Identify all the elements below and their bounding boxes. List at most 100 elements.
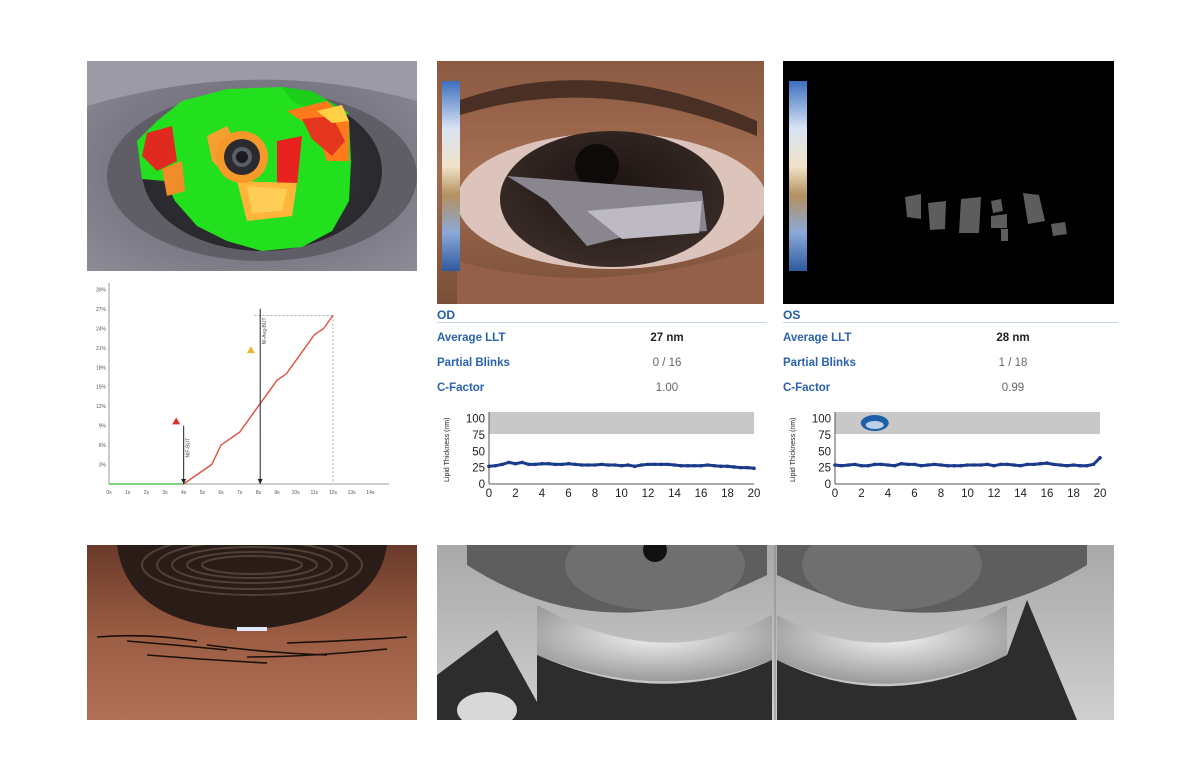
os-lipid-point bbox=[1091, 462, 1096, 467]
od-average-llt-label: Average LLT bbox=[437, 332, 506, 344]
nibut-chart: 30% 27% 24% 21% 18% 15% 12% 9% 6% 3% 0s 1s 2s 3s 4s 5s 6… bbox=[96, 283, 389, 496]
od-lipid-point bbox=[513, 461, 518, 466]
od-lipid-point bbox=[500, 462, 505, 467]
od-partial-blinks-label: Partial Blinks bbox=[437, 357, 510, 369]
os-lipid-point bbox=[1058, 463, 1063, 467]
nibut-ytick-label: 27% bbox=[96, 307, 107, 313]
os-lipid-point bbox=[1065, 463, 1069, 468]
os-lipid-point bbox=[985, 462, 990, 467]
od-lipid-point bbox=[725, 464, 730, 469]
nibut-ytick-label: 24% bbox=[96, 326, 107, 332]
od-lipid-point bbox=[719, 464, 723, 469]
od-xtick-label: 14 bbox=[668, 488, 681, 500]
os-xtick-label: 4 bbox=[885, 488, 892, 500]
od-xtick-label: 20 bbox=[748, 488, 761, 500]
nibut-ytick-label: 15% bbox=[96, 385, 107, 391]
os-lipid-point bbox=[839, 463, 844, 468]
os-lipid-point bbox=[912, 462, 917, 467]
od-ytick-label: 25 bbox=[472, 463, 485, 475]
os-y-axis-label: Lipid Thickness (nm) bbox=[790, 418, 797, 482]
os-xtick-label: 10 bbox=[961, 488, 974, 500]
os-xtick-label: 6 bbox=[911, 488, 917, 500]
od-lipid-point bbox=[606, 463, 611, 467]
od-ytick-label: 75 bbox=[472, 430, 485, 442]
os-lipid-point bbox=[959, 463, 963, 468]
od-lipid-point bbox=[685, 463, 690, 468]
os-lipid-point bbox=[1078, 463, 1082, 468]
od-xtick-label: 12 bbox=[642, 488, 655, 500]
os-lipid-point bbox=[932, 462, 937, 467]
os-lipid-point bbox=[846, 463, 851, 467]
os-lipid-point bbox=[998, 462, 1003, 467]
os-divider bbox=[783, 322, 1118, 323]
os-average-llt-value: 28 nm bbox=[996, 332, 1030, 344]
os-lipid-point bbox=[925, 463, 930, 467]
nibut-xtick-label: 4s bbox=[181, 490, 187, 496]
nibut-ytick-label: 30% bbox=[96, 287, 107, 293]
os-lipid-point bbox=[939, 463, 943, 467]
os-ytick-label: 25 bbox=[818, 463, 831, 475]
os-partial-blinks-label: Partial Blinks bbox=[783, 357, 856, 369]
od-lipid-point bbox=[540, 461, 544, 466]
os-lipid-point bbox=[992, 463, 996, 468]
nibut-xtick-label: 6s bbox=[218, 490, 224, 496]
os-lipid-point bbox=[1051, 462, 1056, 467]
nibut-xtick-label: 3s bbox=[162, 490, 168, 496]
od-average-llt-value: 27 nm bbox=[650, 332, 684, 344]
od-stats-panel: OD Average LLT 27 nm Partial Blinks 0 / … bbox=[437, 304, 767, 504]
od-lipid-point bbox=[679, 463, 683, 468]
od-lipid-point bbox=[560, 462, 564, 467]
od-lipid-point bbox=[586, 463, 591, 467]
od-divider bbox=[437, 322, 767, 323]
nibut-marker-arrow bbox=[257, 479, 263, 484]
od-lipid-point bbox=[732, 465, 736, 469]
nibut-xtick-label: 12s bbox=[329, 490, 338, 496]
os-lipid-point bbox=[1005, 462, 1010, 467]
os-lipid-point bbox=[892, 463, 897, 468]
nibut-ytick-label: 6% bbox=[99, 443, 107, 449]
os-lipid-thickness-chart: Lipid Thickness (nm) 100 75 50 25 00 2 4 6 8 10 12 1… bbox=[790, 412, 1106, 500]
od-blink-band bbox=[489, 412, 754, 434]
od-partial-blinks-value: 0 / 16 bbox=[652, 357, 682, 369]
tear-meniscus-image bbox=[87, 545, 417, 720]
os-lipid-point bbox=[1071, 463, 1076, 467]
os-xtick-label: 16 bbox=[1041, 488, 1054, 500]
od-lipid-point bbox=[666, 462, 670, 467]
os-xtick-label: 2 bbox=[858, 488, 864, 500]
nibut-xtick-label: 7s bbox=[237, 490, 243, 496]
os-lipid-point bbox=[965, 463, 970, 467]
od-lipid-point bbox=[599, 462, 604, 467]
os-xtick-label: 14 bbox=[1014, 488, 1027, 500]
od-lipid-thickness-chart: Lipid Thickness (nm) 100 75 50 25 00 2 4 6 8 10 12 1… bbox=[444, 412, 761, 500]
od-lipid-point bbox=[646, 462, 650, 467]
od-ytick-label: 0 bbox=[479, 479, 485, 491]
od-xtick-label: 2 bbox=[512, 488, 518, 500]
od-lipid-point bbox=[566, 461, 571, 466]
od-lipid-point bbox=[659, 462, 664, 467]
warning-triangle-yellow-icon bbox=[246, 346, 255, 354]
od-lipid-point bbox=[699, 463, 703, 468]
nibut-xtick-label: 13s bbox=[348, 490, 357, 496]
nibut-ytick-label: 21% bbox=[96, 346, 107, 352]
os-ytick-label: 0 bbox=[825, 479, 831, 491]
od-xtick-label: 10 bbox=[615, 488, 628, 500]
os-ytick-label: 75 bbox=[818, 430, 831, 442]
od-lipid-point bbox=[533, 462, 538, 467]
od-lipid-point bbox=[752, 466, 756, 471]
os-lipid-point bbox=[879, 462, 884, 467]
od-lipid-point bbox=[546, 461, 551, 466]
eye-icon bbox=[860, 415, 889, 431]
od-xtick-label: 18 bbox=[721, 488, 734, 500]
os-xtick-label: 0 bbox=[832, 488, 838, 500]
nibut-xtick-label: 10s bbox=[292, 490, 301, 496]
os-lipid-point bbox=[866, 463, 870, 468]
os-stats-panel: OS Average LLT 28 nm Partial Blinks 1 / … bbox=[783, 304, 1118, 504]
os-lipid-point bbox=[972, 463, 976, 467]
tear-breakup-map-image bbox=[87, 61, 417, 271]
od-lipid-point bbox=[652, 462, 657, 467]
os-lipid-point bbox=[859, 463, 864, 468]
os-ytick-label: 50 bbox=[818, 446, 831, 458]
nibut-marker-label: NIF-BUT bbox=[186, 438, 192, 458]
nibut-ytick-label: 9% bbox=[99, 424, 107, 430]
nibut-xtick-label: 2s bbox=[144, 490, 150, 496]
